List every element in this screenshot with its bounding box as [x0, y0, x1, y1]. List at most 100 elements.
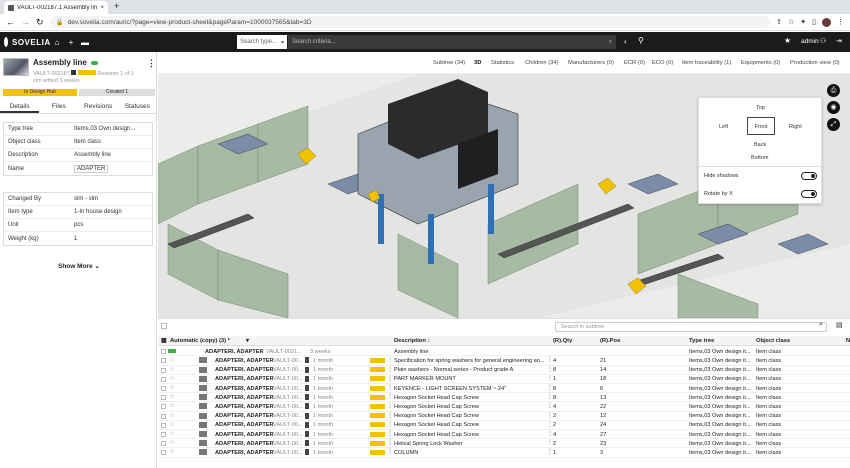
row-checkbox[interactable] [161, 367, 166, 373]
table-row[interactable]: ☆ ADAPTERI, ADAPTER VAULT-00... 1 month ⋮ COL… [158, 448, 850, 458]
row-menu-icon[interactable]: ⋮ [387, 412, 393, 419]
table-row-root[interactable]: ADAPTERI, ADAPTER VAULT-0021... 3 weeks … [158, 347, 850, 357]
table-row[interactable]: ☆ ADAPTERI, ADAPTER VAULT-00... 1 month ⋮ Hex… [158, 402, 850, 412]
select-all-checkbox[interactable] [161, 323, 167, 329]
row-checkbox[interactable] [161, 432, 166, 437]
col-type-tree[interactable]: Type tree [689, 338, 714, 344]
tab-revisions[interactable]: Revisions [79, 100, 118, 113]
tab-ecr[interactable]: ECR (0) [624, 60, 645, 66]
row-checkbox[interactable] [161, 441, 166, 447]
favorite-star-icon[interactable]: ☆ [169, 356, 174, 363]
bookmark-star-icon[interactable]: ☆ [788, 18, 794, 26]
chevron-down-icon[interactable]: ▾ [246, 338, 249, 344]
row-checkbox[interactable] [161, 404, 166, 410]
close-tab-icon[interactable]: × [100, 5, 104, 11]
search-type-select[interactable]: Search type... ▾ [237, 35, 287, 49]
browser-tab[interactable]: VAULT-002187.1 Assembly line × [4, 1, 108, 14]
col-description[interactable]: Description ↓ [394, 338, 430, 344]
clipboard-icon[interactable]: ▬ [78, 38, 92, 47]
tab-eco[interactable]: ECO (0) [652, 60, 673, 66]
name-field[interactable]: ADAPTER [74, 164, 109, 173]
tab-item-traceability[interactable]: Item traceability (1) [682, 60, 731, 66]
extensions-icon[interactable]: ✦ [800, 18, 806, 26]
tab-details[interactable]: Details [0, 100, 40, 113]
favorite-star-icon[interactable]: ☆ [169, 412, 174, 419]
back-icon[interactable]: ← [6, 17, 15, 27]
row-menu-icon[interactable]: ⋮ [387, 421, 393, 428]
subtree-search-input[interactable]: Search in subtree [555, 322, 827, 332]
row-checkbox[interactable] [161, 386, 166, 391]
tab-children[interactable]: Children (34) [525, 60, 559, 66]
row-checkbox[interactable] [161, 376, 166, 382]
row-menu-icon[interactable]: ⋮ [387, 402, 393, 409]
print-icon[interactable]: ⎙ [827, 84, 840, 97]
profile-avatar[interactable] [822, 17, 831, 27]
search-icon[interactable]: ⌕ [819, 321, 823, 329]
tab-equipments[interactable]: Equipments (0) [741, 60, 780, 66]
show-more-button[interactable]: Show More ⌄ [58, 262, 100, 270]
col-pos[interactable]: (R).Pos [600, 338, 620, 344]
favorite-star-icon[interactable]: ☆ [169, 366, 174, 373]
row-menu-icon[interactable]: ⋮ [387, 448, 393, 455]
browser-menu-icon[interactable]: ⋮ [837, 18, 844, 26]
view-cube[interactable]: Front [747, 117, 775, 135]
row-menu-icon[interactable]: ⋮ [387, 384, 393, 391]
row-menu-icon[interactable]: ⋮ [387, 439, 393, 446]
collapse-left-icon[interactable]: ‹ [624, 37, 627, 46]
eye-icon[interactable]: ◉ [827, 101, 840, 114]
col-n[interactable]: N [846, 338, 850, 344]
column-layout-icon[interactable]: ▤ [836, 321, 843, 329]
tab-subtree[interactable]: Subtree (34) [433, 60, 465, 66]
home-icon[interactable]: ⌂ [50, 38, 64, 47]
favorite-star-icon[interactable]: ☆ [169, 430, 174, 437]
view-front-button[interactable]: Front [755, 124, 768, 130]
sovelia-logo[interactable]: SOVELIA [0, 37, 50, 47]
table-row[interactable]: ☆ ADAPTERI, ADAPTER VAULT-00... 1 month ⋮ PAR… [158, 375, 850, 384]
share-icon[interactable]: ⇪ [776, 18, 782, 26]
row-checkbox[interactable] [161, 358, 166, 364]
row-menu-icon[interactable]: ⋮ [387, 393, 393, 400]
row-checkbox[interactable] [161, 395, 166, 401]
row-menu-icon[interactable]: ⋮ [387, 366, 393, 373]
favorite-star-icon[interactable]: ☆ [169, 393, 174, 400]
favorite-star-icon[interactable]: ☆ [169, 402, 174, 409]
row-checkbox[interactable] [161, 422, 166, 428]
favorite-star-icon[interactable]: ☆ [169, 439, 174, 446]
fullscreen-icon[interactable]: ⤢ [827, 118, 840, 131]
table-row[interactable]: ☆ ADAPTERI, ADAPTER VAULT-00... 1 month ⋮ Hex… [158, 430, 850, 440]
username[interactable]: admin [801, 38, 819, 45]
user-icon[interactable]: ⚇ [820, 37, 826, 45]
favorite-star-icon[interactable]: ☆ [169, 421, 174, 428]
table-row[interactable]: ☆ ADAPTERI, ADAPTER VAULT-00... 1 month ⋮ Hex… [158, 393, 850, 403]
add-icon[interactable]: + [64, 38, 78, 47]
view-top-button[interactable]: Top [756, 105, 765, 111]
sidebar-icon[interactable]: ▯ [812, 18, 816, 26]
row-checkbox[interactable] [161, 413, 166, 419]
search-criteria-input[interactable]: Search criteria... ⌕ [288, 35, 616, 49]
col-qty[interactable]: (R).Qty [553, 338, 572, 344]
row-checkbox[interactable] [161, 349, 166, 354]
favorite-star-icon[interactable]: ☆ [169, 448, 174, 455]
col-automatic[interactable]: Automatic (copy) (3) * [170, 338, 230, 344]
favorites-star-icon[interactable]: ★ [784, 36, 791, 45]
created-badge[interactable]: Created 1 [79, 89, 155, 96]
view-back-button[interactable]: Back [754, 142, 766, 148]
row-menu-icon[interactable]: ⋮ [387, 375, 393, 382]
rotate-by-x-toggle[interactable] [801, 190, 817, 198]
tab-3d[interactable]: 3D [474, 60, 481, 66]
new-tab-icon[interactable]: + [114, 1, 119, 11]
table-row[interactable]: ☆ ADAPTERI, ADAPTER VAULT-00... 1 month ⋮ Hel… [158, 439, 850, 449]
tab-files[interactable]: Files [39, 100, 78, 113]
table-row[interactable]: ☆ ADAPTERI, ADAPTER VAULT-00... 1 month ⋮ KEY… [158, 384, 850, 394]
search-settings-icon[interactable]: ⚲ [638, 36, 644, 45]
tab-statuses[interactable]: Statuses [118, 100, 157, 113]
view-right-button[interactable]: Right [789, 124, 802, 130]
tab-manufacturers[interactable]: Manufacturers (0) [568, 60, 614, 66]
favorite-star-icon[interactable]: ☆ [169, 384, 174, 391]
row-checkbox[interactable] [161, 450, 166, 456]
table-row[interactable]: ☆ ADAPTERI, ADAPTER VAULT-00... 1 month ⋮ Hex… [158, 412, 850, 421]
favorite-star-icon[interactable]: ☆ [169, 375, 174, 382]
row-menu-icon[interactable]: ⋮ [387, 430, 393, 437]
item-menu-icon[interactable]: ⋮ [147, 58, 156, 69]
forward-icon[interactable]: → [21, 17, 30, 27]
